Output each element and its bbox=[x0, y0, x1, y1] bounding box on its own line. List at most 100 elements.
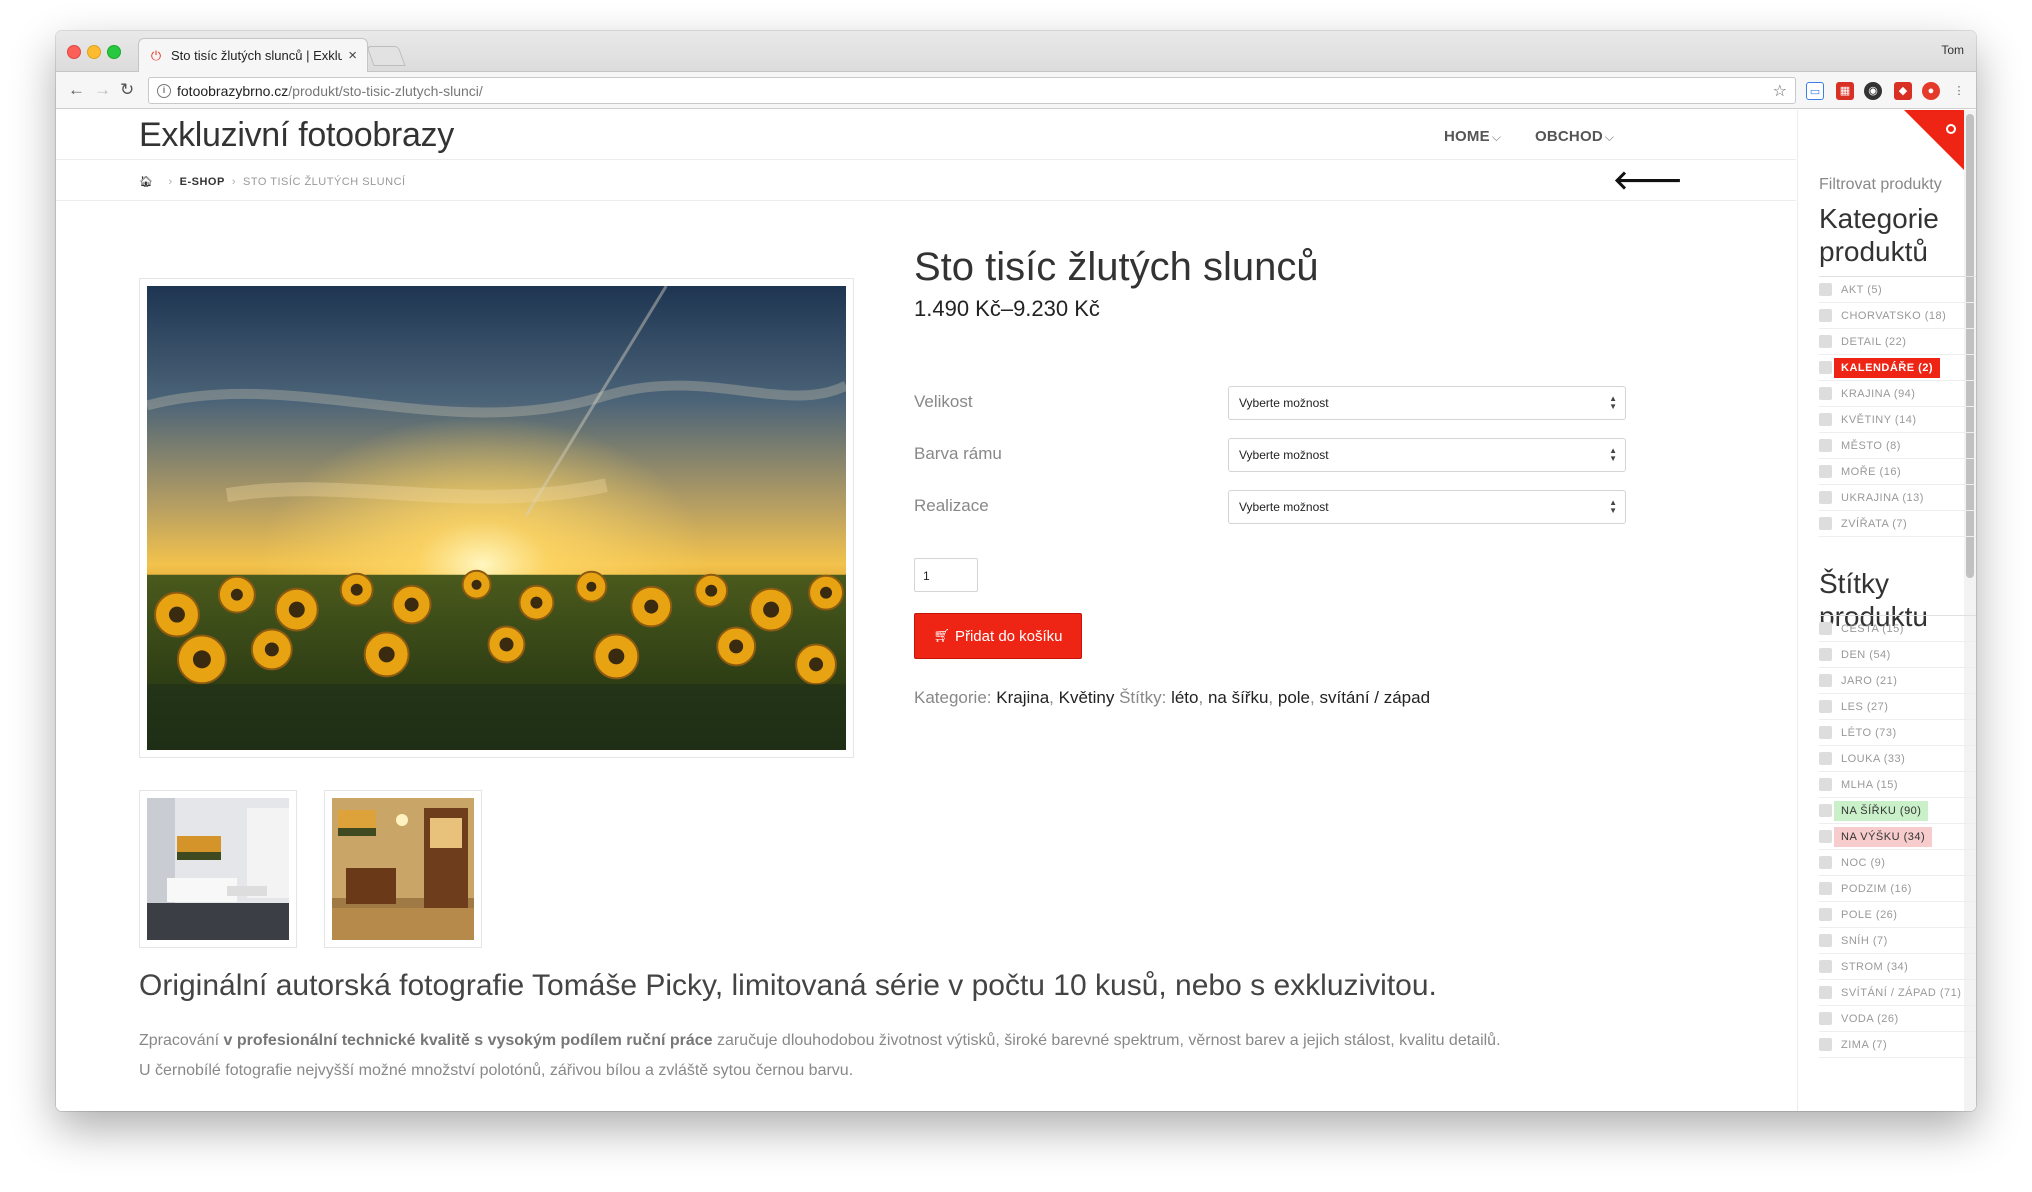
checkbox[interactable] bbox=[1819, 726, 1832, 739]
checkbox[interactable] bbox=[1819, 700, 1832, 713]
tags-item[interactable]: MLHA (15) bbox=[1819, 772, 1976, 798]
close-window-button[interactable] bbox=[67, 45, 81, 59]
tag-link[interactable]: léto bbox=[1171, 688, 1198, 707]
checkbox[interactable] bbox=[1819, 439, 1832, 452]
checkbox[interactable] bbox=[1819, 622, 1832, 635]
tags-item[interactable]: LOUKA (33) bbox=[1819, 746, 1976, 772]
tags-item[interactable]: VODA (26) bbox=[1819, 1006, 1976, 1032]
checkbox[interactable] bbox=[1819, 856, 1832, 869]
checkbox[interactable] bbox=[1819, 778, 1832, 791]
checkbox[interactable] bbox=[1819, 283, 1832, 296]
tags-item[interactable]: STROM (34) bbox=[1819, 954, 1976, 980]
close-icon[interactable]: × bbox=[348, 47, 357, 64]
categories-item[interactable]: MĚSTO (8) bbox=[1819, 433, 1976, 459]
categories-item[interactable]: UKRAJINA (13) bbox=[1819, 485, 1976, 511]
tags-item[interactable]: ZIMA (7) bbox=[1819, 1032, 1976, 1058]
home-icon[interactable]: 🏠︎ bbox=[139, 175, 153, 188]
tags-label: POLE (26) bbox=[1841, 908, 1898, 921]
tag-link[interactable]: svítání / západ bbox=[1319, 688, 1430, 707]
address-bar[interactable]: i fotoobrazybrno.cz/produkt/sto-tisic-zl… bbox=[148, 77, 1796, 104]
product-thumbnail[interactable] bbox=[324, 790, 482, 948]
product-thumbnail[interactable] bbox=[139, 790, 297, 948]
realization-select[interactable]: Vyberte možnost ▲ ▼ bbox=[1228, 490, 1626, 524]
star-icon[interactable]: ☆ bbox=[1773, 81, 1787, 101]
tags-item[interactable]: DEN (54) bbox=[1819, 642, 1976, 668]
checkbox[interactable] bbox=[1819, 387, 1832, 400]
checkbox[interactable] bbox=[1819, 517, 1832, 530]
size-select[interactable]: Vyberte možnost ▲ ▼ bbox=[1228, 386, 1626, 420]
tag-link[interactable]: na šířku bbox=[1208, 688, 1268, 707]
checkbox[interactable] bbox=[1819, 908, 1832, 921]
extension-settings-icon[interactable]: ◉ bbox=[1864, 82, 1882, 100]
tags-item[interactable]: CESTA (15) bbox=[1819, 616, 1976, 642]
product-main-image[interactable] bbox=[139, 278, 854, 758]
back-icon[interactable]: ← bbox=[68, 80, 85, 100]
checkbox[interactable] bbox=[1819, 934, 1832, 947]
category-link[interactable]: Květiny bbox=[1059, 688, 1115, 707]
extension-pin-icon[interactable]: ◆ bbox=[1894, 82, 1912, 100]
checkbox[interactable] bbox=[1819, 1038, 1832, 1051]
product-price: 1.490 Kč–9.230 Kč bbox=[914, 296, 1100, 321]
minimize-window-button[interactable] bbox=[87, 45, 101, 59]
tags-label: NA VÝŠKU (34) bbox=[1834, 826, 1933, 847]
tags-item[interactable]: LES (27) bbox=[1819, 694, 1976, 720]
quantity-input[interactable]: 1 bbox=[914, 558, 978, 592]
categories-item[interactable]: KVĚTINY (14) bbox=[1819, 407, 1976, 433]
forward-icon[interactable]: → bbox=[94, 80, 111, 100]
breadcrumb-eshop[interactable]: E-SHOP bbox=[180, 176, 225, 188]
checkbox[interactable] bbox=[1819, 413, 1832, 426]
add-to-cart-button[interactable]: 🛒︎ Přidat do košíku bbox=[914, 613, 1082, 659]
extension-adblock-icon[interactable]: ● bbox=[1922, 82, 1940, 100]
checkbox[interactable] bbox=[1819, 335, 1832, 348]
checkbox[interactable] bbox=[1819, 361, 1832, 374]
frame-color-select[interactable]: Vyberte možnost ▲ ▼ bbox=[1228, 438, 1626, 472]
profile-name[interactable]: Tom bbox=[1941, 43, 1964, 57]
reload-icon[interactable]: ↻ bbox=[120, 80, 134, 100]
category-link[interactable]: Krajina bbox=[996, 688, 1049, 707]
tags-item[interactable]: PODZIM (16) bbox=[1819, 876, 1976, 902]
tags-item[interactable]: LÉTO (73) bbox=[1819, 720, 1976, 746]
arrow-left-icon[interactable]: 🡐 bbox=[1613, 165, 1683, 196]
checkbox[interactable] bbox=[1819, 491, 1832, 504]
checkbox[interactable] bbox=[1819, 674, 1832, 687]
settings-corner[interactable] bbox=[1904, 110, 1964, 170]
maximize-window-button[interactable] bbox=[107, 45, 121, 59]
nav-obchod[interactable]: OBCHOD ⌵ bbox=[1535, 128, 1614, 145]
info-icon[interactable]: i bbox=[157, 83, 171, 98]
browser-tab[interactable]: ⏻ Sto tisíc žlutých slunců | Exkluz × bbox=[138, 38, 368, 72]
nav-home[interactable]: HOME ⌵ bbox=[1444, 128, 1501, 145]
tags-item[interactable]: NA VÝŠKU (34) bbox=[1819, 824, 1976, 850]
checkbox[interactable] bbox=[1819, 648, 1832, 661]
tags-item[interactable]: POLE (26) bbox=[1819, 902, 1976, 928]
categories-item[interactable]: ZVÍŘATA (7) bbox=[1819, 511, 1976, 537]
checkbox[interactable] bbox=[1819, 309, 1832, 322]
checkbox[interactable] bbox=[1819, 804, 1832, 817]
menu-icon[interactable]: ⋮ bbox=[1950, 82, 1968, 100]
checkbox[interactable] bbox=[1819, 465, 1832, 478]
checkbox[interactable] bbox=[1819, 882, 1832, 895]
checkbox[interactable] bbox=[1819, 960, 1832, 973]
site-title[interactable]: Exkluzivní fotoobrazy bbox=[139, 116, 454, 155]
tags-item[interactable]: SVÍTÁNÍ / ZÁPAD (71) bbox=[1819, 980, 1976, 1006]
extension-cast-icon[interactable]: ▭ bbox=[1806, 82, 1824, 100]
categories-item[interactable]: CHORVATSKO (18) bbox=[1819, 303, 1976, 329]
tags-item[interactable]: NA ŠÍŘKU (90) bbox=[1819, 798, 1976, 824]
url-host: fotoobrazybrno.cz bbox=[177, 82, 289, 99]
checkbox[interactable] bbox=[1819, 1012, 1832, 1025]
tags-item[interactable]: SNÍH (7) bbox=[1819, 928, 1976, 954]
categories-item[interactable]: DETAIL (22) bbox=[1819, 329, 1976, 355]
checkbox[interactable] bbox=[1819, 830, 1832, 843]
checkbox[interactable] bbox=[1819, 986, 1832, 999]
tags-item[interactable]: JARO (21) bbox=[1819, 668, 1976, 694]
categories-item[interactable]: KRAJINA (94) bbox=[1819, 381, 1976, 407]
gear-icon[interactable] bbox=[1946, 124, 1956, 134]
checkbox[interactable] bbox=[1819, 752, 1832, 765]
categories-label: CHORVATSKO (18) bbox=[1841, 309, 1947, 322]
extension-calendar-icon[interactable]: ▦ bbox=[1836, 82, 1854, 100]
categories-item[interactable]: MOŘE (16) bbox=[1819, 459, 1976, 485]
categories-item[interactable]: AKT (5) bbox=[1819, 277, 1976, 303]
tag-link[interactable]: pole bbox=[1278, 688, 1310, 707]
new-tab-button[interactable] bbox=[366, 46, 406, 66]
tags-item[interactable]: NOC (9) bbox=[1819, 850, 1976, 876]
categories-item[interactable]: KALENDÁŘE (2) bbox=[1819, 355, 1976, 381]
